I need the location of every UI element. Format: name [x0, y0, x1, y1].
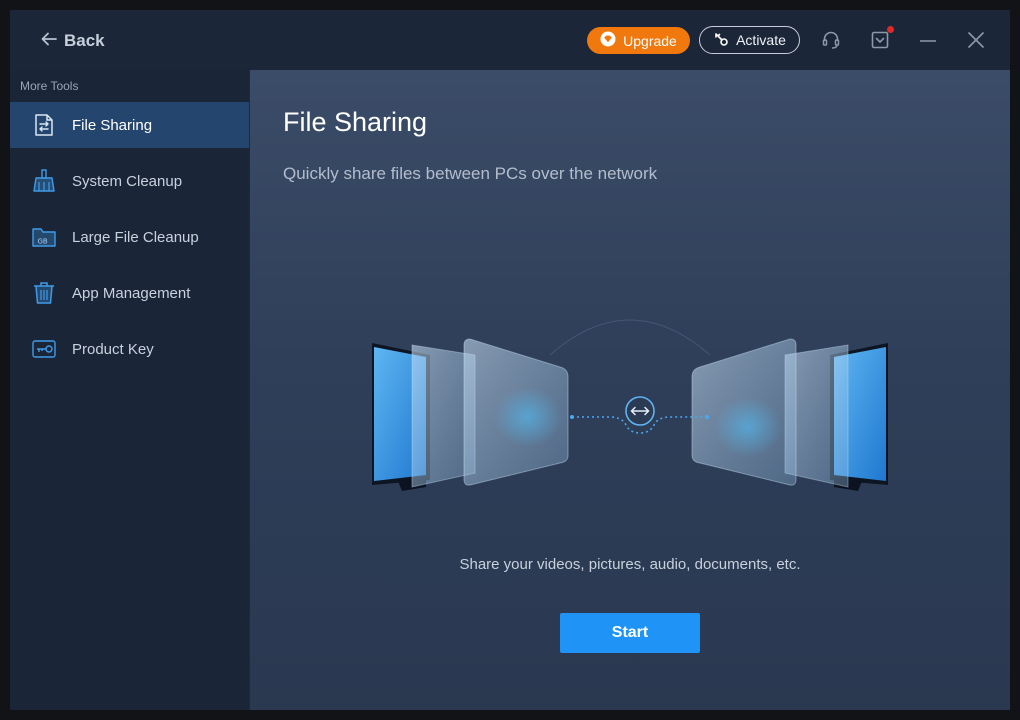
key-icon — [713, 31, 729, 50]
sidebar-item-label: Large File Cleanup — [72, 228, 199, 246]
support-headset-icon[interactable] — [821, 30, 841, 50]
diamond-icon — [600, 31, 616, 50]
upgrade-label: Upgrade — [623, 32, 677, 49]
sidebar-item-label: File Sharing — [72, 116, 153, 134]
page-subtitle: Quickly share files between PCs over the… — [283, 164, 658, 183]
folder-gb-icon: GB — [31, 224, 57, 250]
key-icon — [31, 336, 57, 362]
sidebar-item-app-management[interactable]: App Management — [10, 270, 249, 316]
back-label: Back — [64, 31, 105, 50]
back-button[interactable]: Back — [40, 29, 105, 53]
start-button[interactable]: Start — [560, 613, 700, 653]
sidebar-item-label: Product Key — [72, 340, 154, 358]
sidebar-item-label: App Management — [72, 284, 191, 302]
activate-button[interactable]: Activate — [699, 26, 800, 54]
svg-text:GB: GB — [38, 238, 48, 246]
title-bar: Back Upgrade Activate — [10, 10, 1010, 70]
left-monitor — [372, 338, 569, 491]
sidebar-item-product-key[interactable]: Product Key — [10, 326, 249, 372]
notification-badge — [887, 26, 894, 33]
notification-icon[interactable] — [870, 26, 894, 50]
transfer-arrows-icon — [625, 396, 655, 426]
close-icon[interactable] — [966, 30, 986, 50]
activate-label: Activate — [736, 32, 786, 48]
main-panel: File Sharing Quickly share files between… — [250, 70, 1010, 710]
sidebar-item-file-sharing[interactable]: File Sharing — [10, 102, 249, 148]
right-monitor — [691, 338, 888, 491]
sidebar-item-system-cleanup[interactable]: System Cleanup — [10, 158, 249, 204]
share-description: Share your videos, pictures, audio, docu… — [459, 556, 801, 573]
app-window: Back Upgrade Activate More Tools File Sh… — [10, 10, 1010, 710]
arrow-left-icon — [40, 30, 58, 53]
upgrade-button[interactable]: Upgrade — [587, 27, 690, 54]
sidebar-title: More Tools — [20, 79, 79, 93]
minimize-icon[interactable] — [918, 30, 938, 50]
sidebar-item-label: System Cleanup — [72, 172, 183, 190]
file-sharing-illustration — [350, 295, 910, 500]
page-title: File Sharing — [283, 107, 428, 137]
sidebar-item-large-file-cleanup[interactable]: GB Large File Cleanup — [10, 214, 249, 260]
file-sharing-icon — [31, 112, 57, 138]
trash-icon — [31, 280, 57, 306]
broom-icon — [31, 168, 57, 194]
sidebar: More Tools File Sharing System Cleanup G… — [10, 70, 249, 710]
